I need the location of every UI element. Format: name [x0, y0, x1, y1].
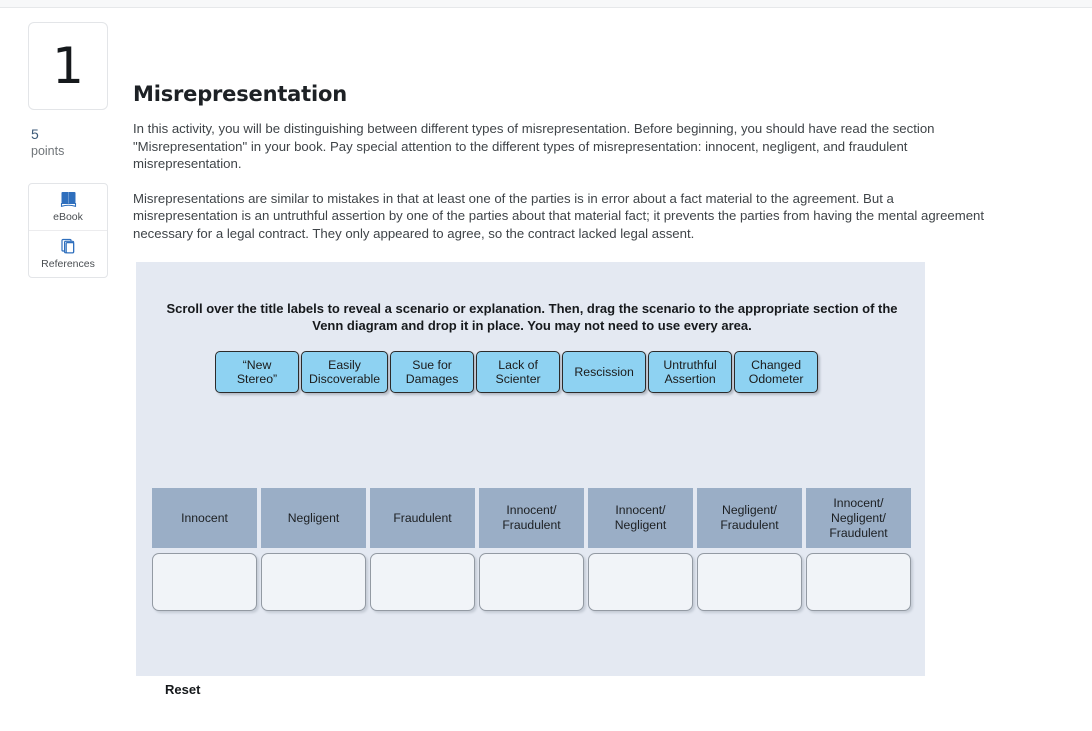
points-block: 5 points — [28, 125, 108, 160]
page-title: Misrepresentation — [133, 82, 347, 106]
venn-dropzone[interactable] — [588, 553, 693, 611]
ebook-button[interactable]: eBook — [29, 184, 107, 230]
venn-dropzone[interactable] — [370, 553, 475, 611]
venn-column-header[interactable]: Innocent/ Fraudulent — [479, 488, 584, 548]
venn-column: Innocent/ Negligent — [588, 488, 693, 611]
venn-column: Innocent/ Fraudulent — [479, 488, 584, 611]
venn-columns-row: Innocent Negligent Fraudulent Innocent/ … — [152, 488, 911, 611]
draggable-tile[interactable]: Rescission — [562, 351, 647, 393]
venn-column-header[interactable]: Innocent/ Negligent — [588, 488, 693, 548]
venn-column: Negligent/ Fraudulent — [697, 488, 802, 611]
draggable-tile[interactable]: “New Stereo” — [215, 351, 299, 393]
activity-panel: Scroll over the title labels to reveal a… — [136, 262, 925, 676]
venn-dropzone[interactable] — [261, 553, 366, 611]
draggable-tile[interactable]: Untruthful Assertion — [648, 351, 733, 393]
venn-dropzone[interactable] — [806, 553, 911, 611]
venn-column: Innocent/ Negligent/ Fraudulent — [806, 488, 911, 611]
references-button[interactable]: References — [29, 230, 107, 277]
draggable-tiles-row: “New Stereo” Easily Discoverable Sue for… — [215, 351, 819, 393]
ebook-label: eBook — [53, 211, 83, 223]
references-label: References — [41, 258, 95, 270]
question-number: 1 — [52, 37, 84, 95]
main-content: Misrepresentation In this activity, you … — [133, 0, 1033, 242]
venn-dropzone[interactable] — [697, 553, 802, 611]
question-sidebar: 1 5 points eBook References — [28, 22, 108, 278]
points-label: points — [31, 144, 65, 158]
venn-column: Fraudulent — [370, 488, 475, 611]
draggable-tile[interactable]: Changed Odometer — [734, 351, 819, 393]
venn-column: Innocent — [152, 488, 257, 611]
venn-column: Negligent — [261, 488, 366, 611]
question-number-box: 1 — [28, 22, 108, 110]
reset-button[interactable]: Reset — [165, 682, 200, 697]
tools-panel: eBook References — [28, 183, 108, 278]
venn-dropzone[interactable] — [152, 553, 257, 611]
venn-column-header[interactable]: Innocent/ Negligent/ Fraudulent — [806, 488, 911, 548]
venn-column-header[interactable]: Negligent — [261, 488, 366, 548]
venn-column-header[interactable]: Negligent/ Fraudulent — [697, 488, 802, 548]
draggable-tile[interactable]: Easily Discoverable — [301, 351, 389, 393]
ebook-icon — [59, 191, 78, 208]
intro-paragraph-1: In this activity, you will be distinguis… — [133, 121, 935, 171]
draggable-tile[interactable]: Sue for Damages — [390, 351, 475, 393]
venn-dropzone[interactable] — [479, 553, 584, 611]
points-value: 5 — [31, 126, 39, 142]
intro-paragraph-2: Misrepresentations are similar to mistak… — [133, 190, 985, 241]
references-icon — [59, 238, 78, 255]
venn-column-header[interactable]: Innocent — [152, 488, 257, 548]
venn-column-header[interactable]: Fraudulent — [370, 488, 475, 548]
activity-instructions: Scroll over the title labels to reveal a… — [166, 301, 898, 333]
draggable-tile[interactable]: Lack of Scienter — [476, 351, 561, 393]
